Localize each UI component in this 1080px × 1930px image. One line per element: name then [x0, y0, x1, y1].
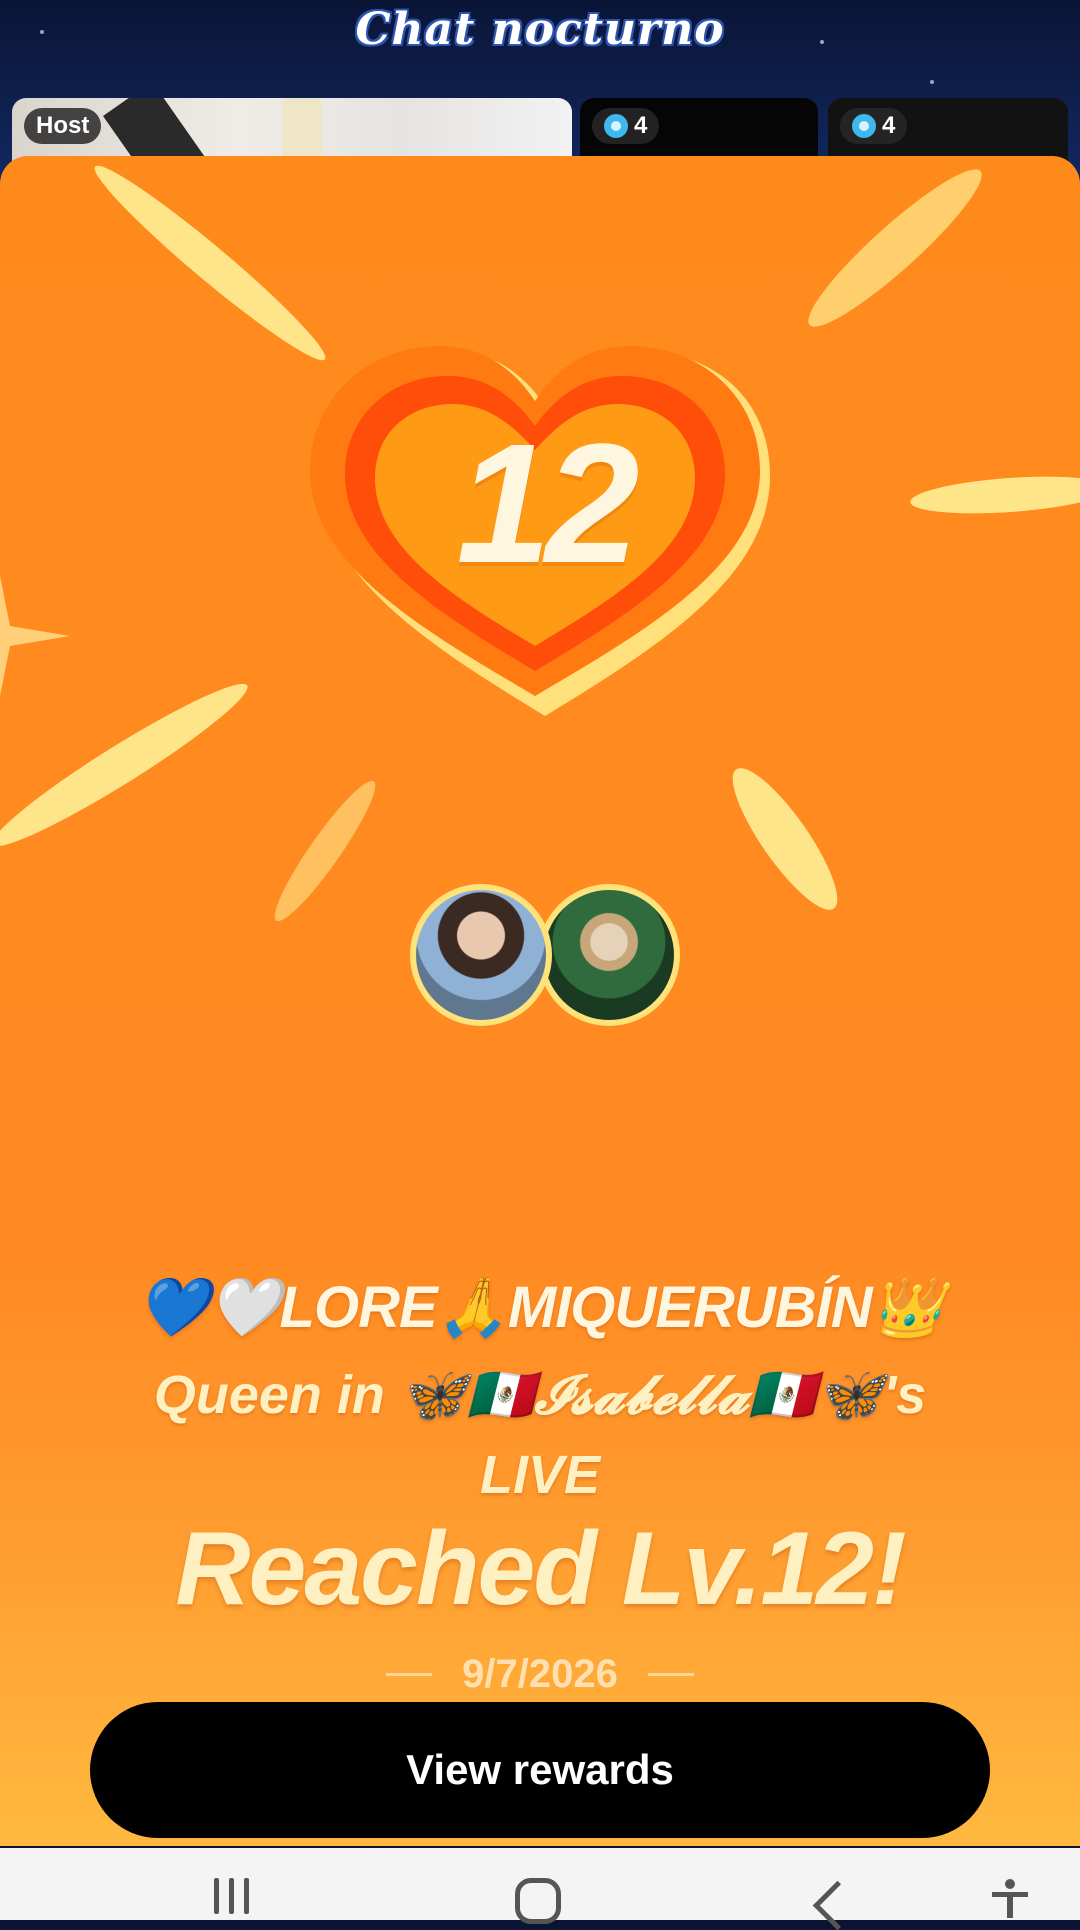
sparkle-icon	[0, 576, 70, 696]
level-headline: Reached Lv.12!	[175, 1511, 906, 1627]
divider	[647, 1673, 694, 1676]
avatar-pair	[410, 884, 680, 1044]
guest-count-badge: 4	[840, 108, 908, 144]
ray-decoration	[717, 756, 853, 922]
back-icon[interactable]	[812, 1880, 863, 1930]
level-up-card: 12 💙🤍LORE🙏MIQUERUBÍN👑 Queen in 🦋🇲🇽𝓘𝓼𝓪𝓫𝓮𝓵…	[0, 156, 1080, 1846]
divider	[386, 1673, 433, 1676]
avatar[interactable]	[538, 884, 680, 1026]
gem-icon	[852, 114, 876, 138]
home-icon[interactable]	[515, 1878, 561, 1924]
ray-decoration	[0, 669, 258, 861]
host-badge: Host	[24, 108, 102, 144]
host-badge-label: Host	[36, 112, 90, 139]
recents-icon[interactable]	[214, 1878, 249, 1914]
room-title: Chat nocturno	[355, 4, 725, 55]
gem-icon	[604, 114, 628, 138]
system-nav-bar	[0, 1848, 1080, 1930]
ray-decoration	[263, 772, 387, 930]
level-heart-badge: 12	[310, 346, 780, 726]
ray-decoration	[794, 156, 996, 342]
level-number: 12	[456, 409, 639, 599]
guest-count: 4	[634, 112, 648, 139]
ray-decoration	[84, 156, 336, 373]
star-decoration	[930, 80, 934, 84]
level-date: 9/7/2026	[462, 1652, 618, 1696]
date-row: 9/7/2026	[0, 1652, 1080, 1697]
accessibility-icon[interactable]	[990, 1878, 1030, 1918]
ray-decoration	[909, 471, 1080, 519]
live-label: LIVE	[479, 1445, 601, 1505]
avatar[interactable]	[410, 884, 552, 1026]
user-name: 💙🤍LORE🙏MIQUERUBÍN👑	[137, 1275, 944, 1340]
guest-count: 4	[882, 112, 896, 139]
view-rewards-button[interactable]: View rewards	[90, 1702, 990, 1838]
guest-count-badge: 4	[592, 108, 660, 144]
queen-line: Queen in 🦋🇲🇽𝓘𝓼𝓪𝓫𝓮𝓵𝓵𝓪🇲🇽🦋's	[153, 1365, 927, 1425]
